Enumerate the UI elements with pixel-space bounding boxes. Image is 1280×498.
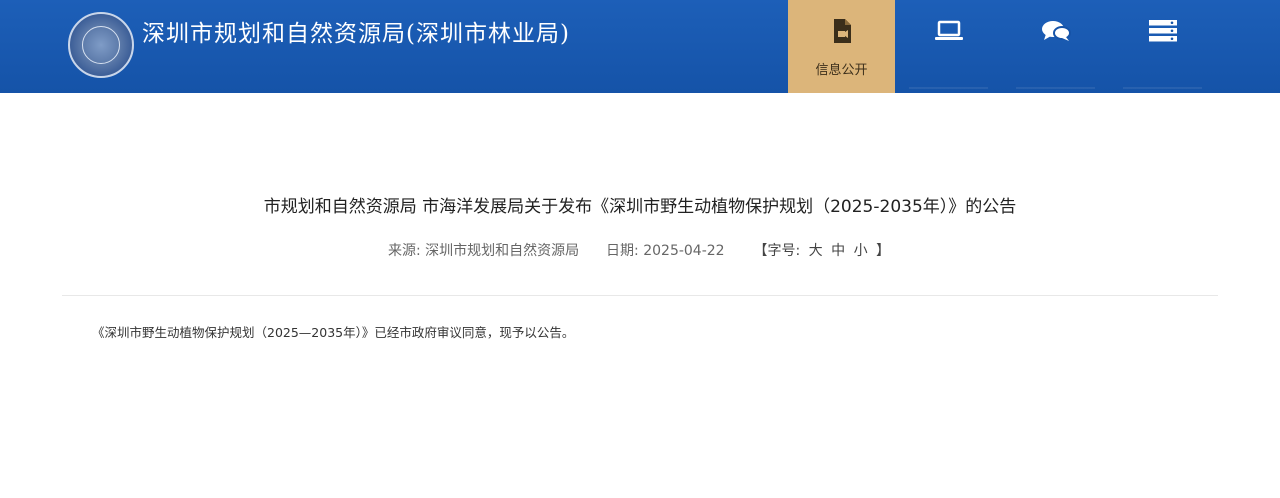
font-size-small-button[interactable]: 小 — [854, 243, 868, 259]
server-icon — [1148, 16, 1178, 46]
font-size-large-button[interactable]: 大 — [809, 243, 823, 259]
document-icon — [831, 16, 853, 46]
site-brand[interactable]: 深圳市规划和自然资源局(深圳市林业局) — [68, 12, 570, 80]
article-meta: 来源: 深圳市规划和自然资源局 日期: 2025-04-22 【字号: 大 中 … — [0, 240, 1280, 260]
font-size-medium-button[interactable]: 中 — [831, 243, 845, 259]
nav-item-label: 信息公开 — [815, 63, 868, 78]
font-size-label: 【字号: — [753, 243, 801, 259]
laptop-icon — [934, 16, 964, 46]
chat-bubbles-icon — [1040, 16, 1072, 46]
city-emblem-icon — [68, 12, 134, 78]
date-value: 2025-04-22 — [643, 243, 725, 259]
article-title: 市规划和自然资源局 市海洋发展局关于发布《深圳市野生动植物保护规划（2025-2… — [263, 197, 1017, 217]
nav-item-data[interactable] — [1109, 0, 1216, 93]
top-nav: 信息公开 — [788, 0, 1216, 93]
site-title: 深圳市规划和自然资源局(深圳市林业局) — [142, 21, 570, 47]
date-label: 日期: — [606, 243, 639, 259]
divider — [62, 295, 1218, 296]
source-label: 来源: — [387, 243, 421, 259]
nav-item-online-service[interactable] — [895, 0, 1002, 93]
nav-item-info-disclosure[interactable]: 信息公开 — [788, 0, 895, 93]
site-header: 深圳市规划和自然资源局(深圳市林业局) 信息公开 — [0, 0, 1280, 93]
source-value: 深圳市规划和自然资源局 — [425, 243, 580, 259]
font-size-close: 】 — [876, 243, 891, 259]
nav-item-interaction[interactable] — [1002, 0, 1109, 93]
nav-underline — [1016, 87, 1095, 89]
nav-underline — [909, 87, 988, 89]
article-body: 《深圳市野生动植物保护规划（2025—2035年）》已经市政府审议同意，现予以公… — [92, 325, 575, 340]
font-size-switcher: 【字号: 大 中 小 】 — [752, 243, 893, 259]
nav-underline — [1123, 87, 1202, 89]
